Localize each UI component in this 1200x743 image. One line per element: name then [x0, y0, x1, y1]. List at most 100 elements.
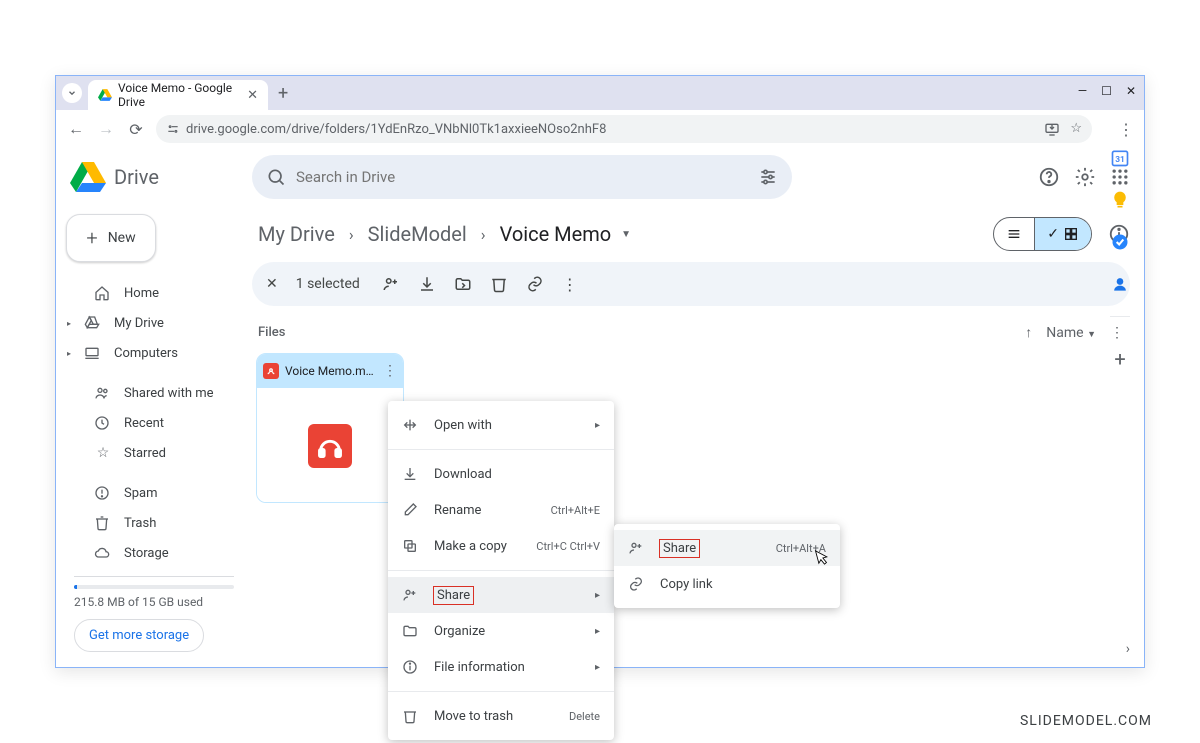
chevron-right-icon: ›	[349, 225, 354, 244]
sidebar-item-mydrive[interactable]: ▸My Drive	[66, 308, 242, 338]
share-action-button[interactable]	[382, 275, 400, 293]
dropdown-caret-icon[interactable]: ▼	[621, 229, 631, 240]
menu-make-copy[interactable]: Make a copy Ctrl+C Ctrl+V	[388, 528, 614, 564]
tab-strip: Voice Memo - Google Drive ✕ + — ☐ ✕	[56, 76, 1144, 110]
sidebar: + New Home ▸My Drive ▸Computers Shared w…	[56, 206, 252, 667]
sidebar-item-storage[interactable]: Storage	[66, 538, 242, 568]
sort-by-label[interactable]: Name ▼	[1046, 325, 1096, 341]
menu-open-with[interactable]: Open with ▸	[388, 407, 614, 443]
help-icon[interactable]	[1038, 166, 1060, 188]
chevron-right-icon: ▸	[595, 590, 600, 601]
submenu-copy-link[interactable]: Copy link	[614, 566, 840, 602]
home-icon	[94, 285, 112, 301]
people-icon	[94, 385, 112, 401]
drive-product-name: Drive	[114, 165, 159, 189]
new-button[interactable]: + New	[66, 214, 156, 262]
sidebar-item-home[interactable]: Home	[66, 278, 242, 308]
clock-icon	[94, 415, 112, 431]
info-icon	[402, 659, 420, 675]
url-text: drive.google.com/drive/folders/1YdEnRzo_…	[186, 122, 606, 137]
minimize-button[interactable]: —	[1078, 84, 1087, 98]
browser-window: Voice Memo - Google Drive ✕ + — ☐ ✕ ← → …	[55, 75, 1145, 668]
site-info-icon[interactable]	[166, 122, 180, 136]
link-action-button[interactable]	[526, 275, 544, 293]
move-action-button[interactable]	[454, 275, 472, 293]
drive-logo-icon	[70, 159, 106, 195]
selection-toolbar: ✕ 1 selected ⋮	[252, 262, 1130, 306]
crumb-root[interactable]: My Drive	[258, 222, 335, 246]
settings-icon[interactable]	[1074, 166, 1096, 188]
drive-logo-area[interactable]: Drive	[70, 159, 252, 195]
more-actions-button[interactable]: ⋮	[562, 275, 578, 294]
sidebar-item-starred[interactable]: ☆Starred	[66, 438, 242, 468]
open-with-icon	[402, 417, 420, 433]
pencil-icon	[402, 502, 420, 518]
chevron-right-icon: ▸	[595, 662, 600, 673]
download-action-button[interactable]	[418, 275, 436, 293]
calendar-icon[interactable]: 31	[1110, 148, 1130, 168]
side-panel-toggle[interactable]: ›	[1126, 641, 1130, 657]
get-storage-button[interactable]: Get more storage	[74, 619, 204, 652]
window-controls: — ☐ ✕	[1078, 84, 1136, 98]
add-addon-button[interactable]: +	[1114, 347, 1125, 371]
sidebar-item-recent[interactable]: Recent	[66, 408, 242, 438]
search-filter-icon[interactable]	[758, 167, 778, 187]
audio-thumbnail-icon	[308, 424, 352, 468]
share-icon	[402, 587, 420, 603]
search-input[interactable]	[296, 168, 758, 186]
delete-action-button[interactable]	[490, 275, 508, 293]
download-icon	[402, 466, 420, 482]
back-button[interactable]: ←	[66, 119, 86, 139]
contacts-icon[interactable]	[1110, 274, 1130, 294]
sidebar-item-trash[interactable]: Trash	[66, 508, 242, 538]
keep-icon[interactable]	[1110, 190, 1130, 210]
link-icon	[628, 576, 646, 592]
search-icon	[266, 167, 286, 187]
cloud-icon	[94, 545, 112, 561]
tasks-icon[interactable]	[1110, 232, 1130, 252]
menu-share[interactable]: Share ▸	[388, 577, 614, 613]
new-tab-button[interactable]: +	[278, 83, 288, 104]
folder-icon	[402, 623, 420, 639]
forward-button[interactable]: →	[96, 119, 116, 139]
maximize-button[interactable]: ☐	[1101, 84, 1112, 98]
menu-trash[interactable]: Move to trash Delete	[388, 698, 614, 734]
star-icon: ☆	[94, 445, 112, 461]
file-card[interactable]: Voice Memo.mp3 ⋮	[256, 353, 404, 503]
selection-count: 1 selected	[296, 276, 360, 292]
drive-header: Drive	[56, 148, 1144, 206]
clear-selection-button[interactable]: ✕	[266, 276, 278, 292]
tab-search-button[interactable]	[62, 83, 82, 103]
close-window-button[interactable]: ✕	[1126, 84, 1136, 98]
plus-icon: +	[86, 226, 97, 250]
crumb-current[interactable]: Voice Memo	[500, 222, 612, 246]
menu-organize[interactable]: Organize ▸	[388, 613, 614, 649]
sort-direction-icon[interactable]: ↑	[1025, 324, 1032, 341]
google-side-panel: 31 +	[1096, 134, 1144, 667]
search-box[interactable]	[252, 155, 792, 199]
caret-icon[interactable]: ▸	[66, 319, 72, 328]
chevron-right-icon: ▸	[595, 420, 600, 431]
submenu-share[interactable]: Share Ctrl+Alt+A	[614, 530, 840, 566]
caret-icon[interactable]: ▸	[66, 349, 72, 358]
bookmark-icon[interactable]: ☆	[1070, 121, 1082, 137]
browser-tab[interactable]: Voice Memo - Google Drive ✕	[88, 80, 268, 110]
menu-rename[interactable]: Rename Ctrl+Alt+E	[388, 492, 614, 528]
chevron-right-icon: ›	[481, 225, 486, 244]
reload-button[interactable]: ⟳	[126, 120, 146, 139]
new-button-label: New	[108, 230, 136, 246]
tab-close-icon[interactable]: ✕	[247, 88, 258, 103]
address-bar[interactable]: drive.google.com/drive/folders/1YdEnRzo_…	[156, 115, 1092, 143]
crumb-folder[interactable]: SlideModel	[368, 222, 467, 246]
trash-icon	[94, 515, 112, 531]
file-more-button[interactable]: ⋮	[383, 363, 397, 379]
sidebar-item-computers[interactable]: ▸Computers	[66, 338, 242, 368]
menu-download[interactable]: Download	[388, 456, 614, 492]
install-app-icon[interactable]	[1044, 121, 1060, 137]
sidebar-item-shared[interactable]: Shared with me	[66, 378, 242, 408]
computer-icon	[84, 345, 102, 361]
menu-file-info[interactable]: File information ▸	[388, 649, 614, 685]
grid-view-button[interactable]: ✓	[1035, 218, 1091, 250]
sidebar-item-spam[interactable]: Spam	[66, 478, 242, 508]
list-view-button[interactable]	[994, 218, 1034, 250]
